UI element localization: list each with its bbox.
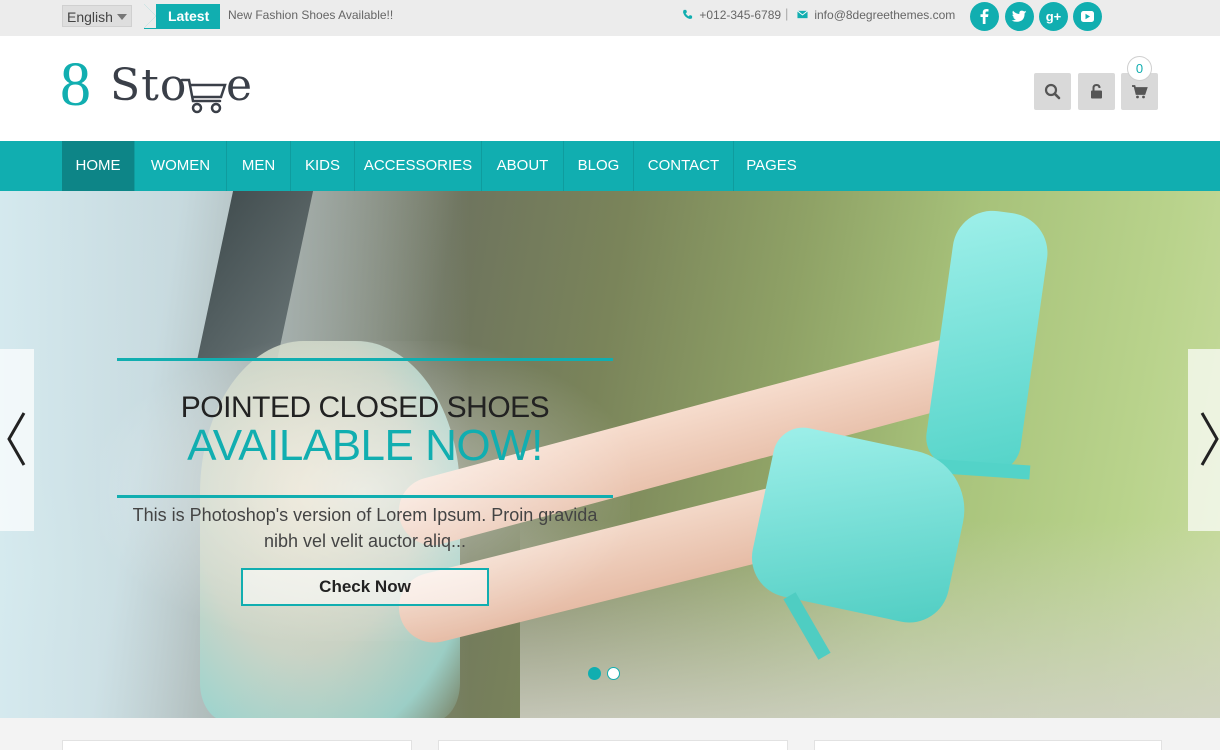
chevron-down-icon	[117, 14, 127, 20]
nav-item-accessories[interactable]: ACCESSORIES	[355, 141, 482, 191]
hero-title: POINTED CLOSED SHOES	[180, 391, 550, 424]
product-card[interactable]	[814, 740, 1162, 750]
lock-icon	[1091, 83, 1102, 99]
hero-image-shoe	[922, 205, 1053, 477]
nav-item-kids[interactable]: KIDS	[291, 141, 355, 191]
chevron-left-icon	[7, 412, 26, 466]
check-now-button[interactable]: Check Now	[241, 568, 489, 606]
phone-number: +012-345-6789	[699, 8, 782, 22]
hero-slider: POINTED CLOSED SHOES AVAILABLE NOW! This…	[0, 191, 1220, 718]
twitter-icon[interactable]	[1005, 2, 1034, 31]
login-button[interactable]	[1078, 73, 1115, 110]
hero-divider-bottom	[117, 495, 613, 498]
hero-divider-top	[117, 358, 613, 361]
slider-next-button[interactable]	[1188, 349, 1220, 531]
logo-text-left: Sto	[110, 60, 188, 111]
nav-item-about[interactable]: ABOUT	[482, 141, 564, 191]
contact-separator: |	[785, 6, 789, 21]
top-bar: English Latest New Fashion Shoes Availab…	[0, 0, 1220, 36]
site-header: 8 Sto e 0	[0, 36, 1220, 141]
cart-icon	[1132, 85, 1148, 99]
product-card[interactable]	[438, 740, 788, 750]
hero-subtitle: AVAILABLE NOW!	[187, 421, 543, 470]
logo-text-right: e	[226, 60, 253, 111]
search-icon	[1044, 83, 1061, 100]
chevron-right-icon	[1200, 412, 1219, 466]
logo-cart-icon	[180, 78, 227, 114]
contact-email[interactable]: info@8degreethemes.com	[797, 8, 955, 22]
slider-dot-2[interactable]	[607, 667, 620, 680]
language-select[interactable]: English	[62, 5, 132, 27]
nav-item-men[interactable]: MEN	[227, 141, 291, 191]
google-plus-icon[interactable]: g+	[1039, 2, 1068, 31]
latest-badge: Latest	[144, 4, 220, 29]
email-address: info@8degreethemes.com	[814, 8, 956, 22]
logo-numeral: 8	[60, 51, 91, 119]
product-section	[0, 718, 1220, 750]
slider-dot-1[interactable]	[588, 667, 601, 680]
nav-item-contact[interactable]: CONTACT	[634, 141, 734, 191]
news-ticker[interactable]: New Fashion Shoes Available!!	[228, 8, 393, 22]
slider-prev-button[interactable]	[0, 349, 34, 531]
envelope-icon	[797, 10, 808, 19]
main-navigation: HOME WOMEN MEN KIDS ACCESSORIES ABOUT BL…	[0, 141, 1220, 191]
nav-item-women[interactable]: WOMEN	[135, 141, 227, 191]
phone-icon	[683, 9, 693, 19]
nav-item-pages[interactable]: PAGES	[734, 141, 809, 191]
youtube-icon[interactable]	[1073, 2, 1102, 31]
nav-item-home[interactable]: HOME	[62, 141, 135, 191]
hero-description: This is Photoshop's version of Lorem Ips…	[132, 505, 598, 551]
product-card[interactable]	[62, 740, 412, 750]
search-button[interactable]	[1034, 73, 1071, 110]
language-select-value: English	[67, 9, 113, 25]
facebook-icon[interactable]	[970, 2, 999, 31]
svg-text:g+: g+	[1046, 9, 1062, 24]
contact-phone: +012-345-6789	[682, 8, 781, 22]
cart-count-badge: 0	[1127, 56, 1152, 81]
nav-item-blog[interactable]: BLOG	[564, 141, 634, 191]
